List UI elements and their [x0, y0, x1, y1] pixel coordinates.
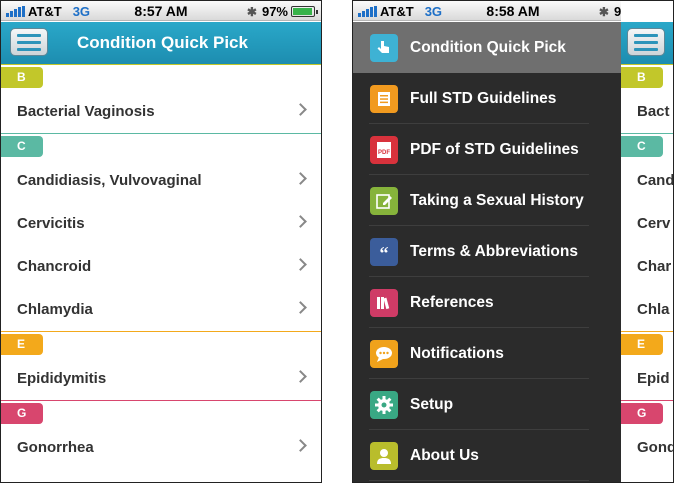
condition-label: Gond	[637, 439, 674, 456]
condition-label: Epid	[637, 370, 670, 387]
menu-item-full-std-guidelines[interactable]: Full STD Guidelines	[353, 73, 621, 124]
menu-item-references[interactable]: References	[353, 277, 621, 328]
condition-label: Char	[637, 258, 672, 275]
menu-item-label: About Us	[410, 446, 479, 464]
section-letter-badge: C	[621, 136, 663, 157]
condition-row[interactable]: Bact	[621, 90, 673, 133]
menu-item-label: References	[410, 293, 494, 311]
condition-row[interactable]: Cerv	[621, 202, 673, 245]
bluetooth-icon: ✱	[246, 4, 257, 19]
quote-icon: “	[370, 237, 398, 266]
menu-item-terms-abbreviations[interactable]: “ Terms & Abbreviations	[353, 226, 621, 277]
condition-row[interactable]: Cervicitis	[1, 202, 321, 245]
section-header-c: C	[1, 133, 321, 159]
section-letter-badge: E	[621, 334, 663, 355]
condition-row[interactable]: Gonorrhea	[1, 426, 321, 469]
menu-item-label: Taking a Sexual History	[410, 191, 584, 209]
menu-item-setup[interactable]: Setup	[353, 379, 621, 430]
chevron-right-icon	[294, 439, 307, 452]
menu-item-notifications[interactable]: Notifications	[353, 328, 621, 379]
svg-text:“: “	[380, 243, 389, 261]
section-letter-badge: E	[1, 334, 43, 355]
condition-label: Chancroid	[17, 258, 92, 275]
screen-condition-list: AT&T 3G 8:57 AM ✱ 97% Condition Quick Pi…	[0, 0, 322, 483]
gear-icon	[370, 390, 398, 419]
condition-label: Bacterial Vaginosis	[17, 103, 155, 120]
condition-row[interactable]: Char	[621, 245, 673, 288]
chevron-right-icon	[294, 172, 307, 185]
condition-label: Chlamydia	[17, 301, 93, 318]
svg-text:PDF: PDF	[378, 150, 390, 156]
menu-button[interactable]	[10, 28, 48, 56]
section-header-b: B	[621, 64, 673, 90]
menu-divider	[369, 480, 589, 481]
condition-list: B Bacterial Vaginosis C Candidiasis, Vulvov…	[1, 64, 321, 469]
condition-label: Chla	[637, 301, 670, 318]
section-header-g: G	[1, 400, 321, 426]
condition-label: Epididymitis	[17, 370, 107, 387]
bluetooth-icon: ✱	[598, 4, 609, 19]
menu-button[interactable]	[627, 28, 665, 56]
section-letter-badge: C	[1, 136, 43, 157]
condition-row[interactable]: Bacterial Vaginosis	[1, 90, 321, 133]
menu-item-label: Terms & Abbreviations	[410, 242, 578, 260]
section-header-e: E	[621, 331, 673, 357]
status-bar: AT&T 3G 8:57 AM ✱ 97%	[1, 1, 321, 21]
section-header-g: G	[621, 400, 673, 426]
menu-item-pdf-of-std-guidelines[interactable]: PDF PDF of STD Guidelines	[353, 124, 621, 175]
section-letter-badge: B	[1, 67, 43, 88]
condition-label: Bact	[637, 103, 670, 120]
menu-item-label: Full STD Guidelines	[410, 89, 557, 107]
screen-drawer-open: AT&T 3G 8:58 AM ✱ 97% Condition Quick Pi…	[352, 0, 674, 483]
condition-label: Cerv	[637, 215, 671, 232]
condition-row[interactable]: Chancroid	[1, 245, 321, 288]
menu-item-label: PDF of STD Guidelines	[410, 140, 579, 158]
menu-item-label: Setup	[410, 395, 454, 413]
menu-item-label: Condition Quick Pick	[410, 38, 566, 56]
chevron-right-icon	[294, 370, 307, 383]
section-header-b: B	[1, 64, 321, 90]
menu-item-about-us[interactable]: About Us	[353, 430, 621, 481]
nav-bar	[621, 22, 673, 64]
condition-row[interactable]: Chlamydia	[1, 288, 321, 331]
condition-row[interactable]: Epididymitis	[1, 357, 321, 400]
chat-bubble-icon	[370, 339, 398, 368]
chevron-right-icon	[294, 103, 307, 116]
side-menu: Condition Quick Pick Full STD Guidelines P…	[353, 22, 621, 482]
battery-percent: 97%	[261, 4, 288, 19]
edit-icon	[370, 186, 398, 215]
person-icon	[370, 441, 398, 470]
condition-row[interactable]: Gond	[621, 426, 674, 469]
condition-list-peek: B Bact C Cand Cerv Char Chla E Epid G Gond	[621, 64, 674, 469]
condition-row[interactable]: Chla	[621, 288, 673, 331]
section-header-e: E	[1, 331, 321, 357]
list-icon	[370, 84, 398, 113]
books-icon	[370, 288, 398, 317]
pdf-icon: PDF	[370, 135, 398, 164]
condition-label: Cand	[637, 172, 674, 189]
section-header-c: C	[621, 133, 673, 159]
peek-panel[interactable]: B Bact C Cand Cerv Char Chla E Epid G Gond	[621, 1, 674, 482]
condition-label: Cervicitis	[17, 215, 85, 232]
section-letter-badge: B	[621, 67, 663, 88]
chevron-right-icon	[294, 258, 307, 271]
nav-bar: Condition Quick Pick	[1, 22, 321, 64]
condition-row[interactable]: Epid	[621, 357, 673, 400]
page-title: Condition Quick Pick	[77, 33, 248, 52]
condition-row[interactable]: Candidiasis, Vulvovaginal	[1, 159, 321, 202]
condition-row[interactable]: Cand	[621, 159, 674, 202]
condition-label: Gonorrhea	[17, 439, 94, 456]
hand-pointer-icon	[370, 33, 398, 62]
chevron-right-icon	[294, 301, 307, 314]
menu-item-condition-quick-pick[interactable]: Condition Quick Pick	[353, 22, 621, 73]
menu-item-taking-a-sexual-history[interactable]: Taking a Sexual History	[353, 175, 621, 226]
section-letter-badge: G	[1, 403, 43, 424]
section-letter-badge: G	[621, 403, 663, 424]
condition-label: Candidiasis, Vulvovaginal	[17, 172, 202, 189]
chevron-right-icon	[294, 215, 307, 228]
menu-item-label: Notifications	[410, 344, 504, 362]
battery-icon	[291, 6, 318, 17]
